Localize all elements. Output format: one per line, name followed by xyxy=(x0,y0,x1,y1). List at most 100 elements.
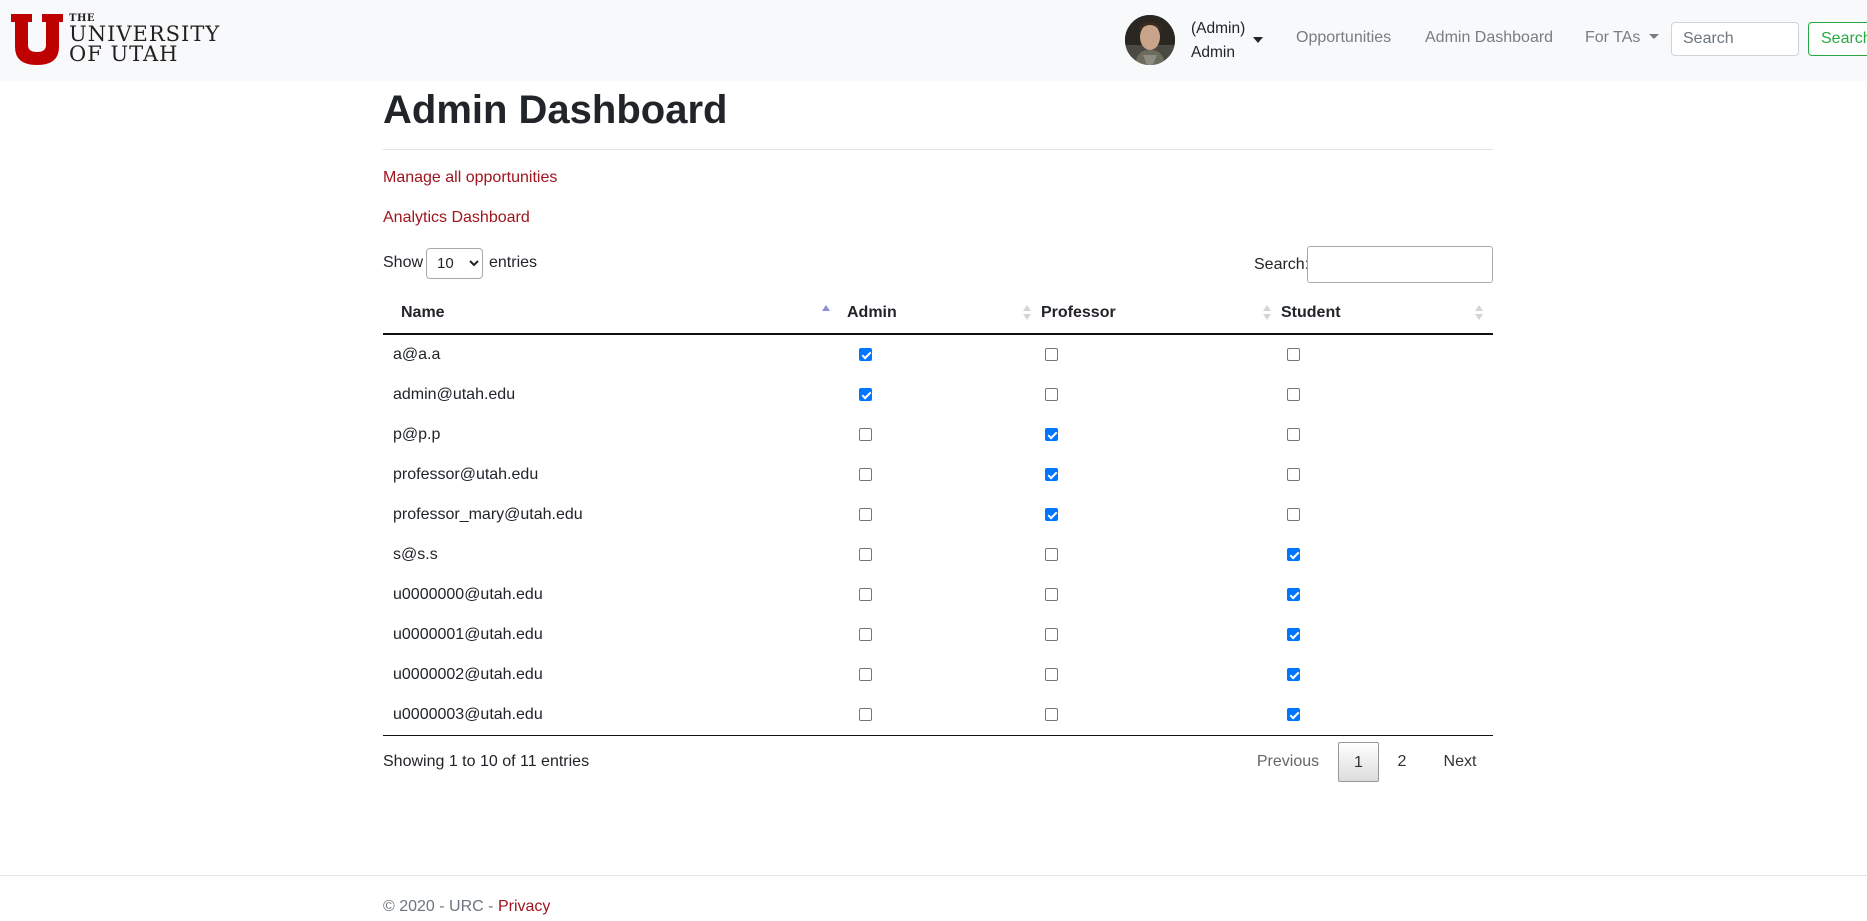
avatar[interactable] xyxy=(1125,15,1175,65)
student-role-checkbox[interactable] xyxy=(1287,388,1300,401)
professor-role-checkbox[interactable] xyxy=(1045,668,1058,681)
admin-cell xyxy=(847,334,1041,375)
student-cell xyxy=(1281,695,1493,736)
professor-role-checkbox[interactable] xyxy=(1045,708,1058,721)
professor-cell xyxy=(1041,535,1281,575)
table-row: u0000003@utah.edu xyxy=(383,695,1493,736)
name-cell: u0000002@utah.edu xyxy=(383,655,847,695)
users-table-body: a@a.a admin@utah.edu p@p.p professor@utah.e… xyxy=(383,334,1493,736)
user-menu-toggle[interactable]: (Admin) Admin xyxy=(1191,17,1245,65)
name-cell: u0000003@utah.edu xyxy=(383,695,847,736)
admin-cell xyxy=(847,695,1041,736)
admin-cell xyxy=(847,455,1041,495)
nav-admin-dashboard[interactable]: Admin Dashboard xyxy=(1425,29,1553,47)
sort-icon xyxy=(1475,305,1483,321)
student-cell xyxy=(1281,455,1493,495)
table-search-input[interactable] xyxy=(1307,246,1493,283)
student-role-checkbox[interactable] xyxy=(1287,588,1300,601)
name-cell: admin@utah.edu xyxy=(383,375,847,415)
navbar-search-button[interactable]: Search xyxy=(1808,22,1867,56)
admin-role-checkbox[interactable] xyxy=(859,548,872,561)
professor-role-checkbox[interactable] xyxy=(1045,388,1058,401)
student-role-checkbox[interactable] xyxy=(1287,468,1300,481)
manage-opportunities-link[interactable]: Manage all opportunities xyxy=(383,169,557,187)
name-cell: s@s.s xyxy=(383,535,847,575)
professor-cell xyxy=(1041,575,1281,615)
show-label: Show xyxy=(383,254,424,271)
professor-role-checkbox[interactable] xyxy=(1045,468,1058,481)
table-row: u0000000@utah.edu xyxy=(383,575,1493,615)
table-header-row: Name Admin Professor Student xyxy=(383,293,1493,335)
admin-role-checkbox[interactable] xyxy=(859,508,872,521)
professor-role-checkbox[interactable] xyxy=(1045,508,1058,521)
student-role-checkbox[interactable] xyxy=(1287,428,1300,441)
column-header-student[interactable]: Student xyxy=(1281,293,1493,335)
column-header-label: Name xyxy=(401,304,445,321)
nav-for-tas[interactable]: For TAs xyxy=(1585,29,1660,47)
block-u-logo-icon xyxy=(11,14,63,65)
admin-role-checkbox[interactable] xyxy=(859,428,872,441)
professor-cell xyxy=(1041,615,1281,655)
table-row: u0000001@utah.edu xyxy=(383,615,1493,655)
table-row: admin@utah.edu xyxy=(383,375,1493,415)
student-role-checkbox[interactable] xyxy=(1287,668,1300,681)
title-divider xyxy=(383,149,1493,150)
pagination-previous[interactable]: Previous xyxy=(1250,742,1326,782)
user-email: admin@utah.edu xyxy=(393,386,516,403)
student-cell xyxy=(1281,535,1493,575)
pagination-page-1[interactable]: 1 xyxy=(1338,742,1379,782)
name-cell: p@p.p xyxy=(383,415,847,455)
admin-role-checkbox[interactable] xyxy=(859,468,872,481)
professor-role-checkbox[interactable] xyxy=(1045,628,1058,641)
privacy-link[interactable]: Privacy xyxy=(498,898,550,915)
professor-cell xyxy=(1041,334,1281,375)
professor-cell xyxy=(1041,495,1281,535)
admin-role-checkbox[interactable] xyxy=(859,668,872,681)
pagination-page-2[interactable]: 2 xyxy=(1389,742,1415,782)
footer: © 2020 - URC - Privacy xyxy=(383,898,550,916)
analytics-dashboard-link[interactable]: Analytics Dashboard xyxy=(383,209,530,227)
column-header-professor[interactable]: Professor xyxy=(1041,293,1281,335)
pagination-next[interactable]: Next xyxy=(1436,742,1484,782)
admin-cell xyxy=(847,615,1041,655)
entries-label: entries xyxy=(489,254,538,271)
student-cell xyxy=(1281,334,1493,375)
admin-role-checkbox[interactable] xyxy=(859,388,872,401)
navbar-search-input[interactable] xyxy=(1671,22,1799,56)
nav-opportunities[interactable]: Opportunities xyxy=(1296,29,1391,47)
professor-role-checkbox[interactable] xyxy=(1045,548,1058,561)
student-role-checkbox[interactable] xyxy=(1287,508,1300,521)
professor-cell xyxy=(1041,375,1281,415)
table-row: a@a.a xyxy=(383,334,1493,375)
university-logo[interactable]: THE UNIVERSITY OF UTAH xyxy=(11,14,220,65)
admin-cell xyxy=(847,655,1041,695)
column-header-label: Professor xyxy=(1041,304,1116,321)
professor-role-checkbox[interactable] xyxy=(1045,588,1058,601)
user-email: a@a.a xyxy=(393,346,441,363)
footer-copyright: © 2020 - URC - xyxy=(383,898,498,915)
logo-of-utah: OF UTAH xyxy=(69,42,179,66)
column-header-name[interactable]: Name xyxy=(383,293,847,335)
admin-role-checkbox[interactable] xyxy=(859,588,872,601)
student-role-checkbox[interactable] xyxy=(1287,628,1300,641)
column-header-admin[interactable]: Admin xyxy=(847,293,1041,335)
name-cell: u0000000@utah.edu xyxy=(383,575,847,615)
admin-cell xyxy=(847,575,1041,615)
page-length-select[interactable]: 102550100 xyxy=(426,248,483,279)
table-row: u0000002@utah.edu xyxy=(383,655,1493,695)
professor-role-checkbox[interactable] xyxy=(1045,348,1058,361)
student-role-checkbox[interactable] xyxy=(1287,548,1300,561)
university-wordmark: THE UNIVERSITY OF UTAH xyxy=(69,14,220,65)
student-role-checkbox[interactable] xyxy=(1287,708,1300,721)
student-role-checkbox[interactable] xyxy=(1287,348,1300,361)
professor-cell xyxy=(1041,415,1281,455)
chevron-down-icon xyxy=(1649,34,1660,39)
user-menu-caret-icon[interactable] xyxy=(1253,37,1263,43)
admin-role-checkbox[interactable] xyxy=(859,348,872,361)
admin-role-checkbox[interactable] xyxy=(859,628,872,641)
table-info: Showing 1 to 10 of 11 entries xyxy=(383,753,590,770)
admin-role-checkbox[interactable] xyxy=(859,708,872,721)
user-email: u0000003@utah.edu xyxy=(393,706,543,723)
professor-role-checkbox[interactable] xyxy=(1045,428,1058,441)
user-email: u0000001@utah.edu xyxy=(393,626,543,643)
